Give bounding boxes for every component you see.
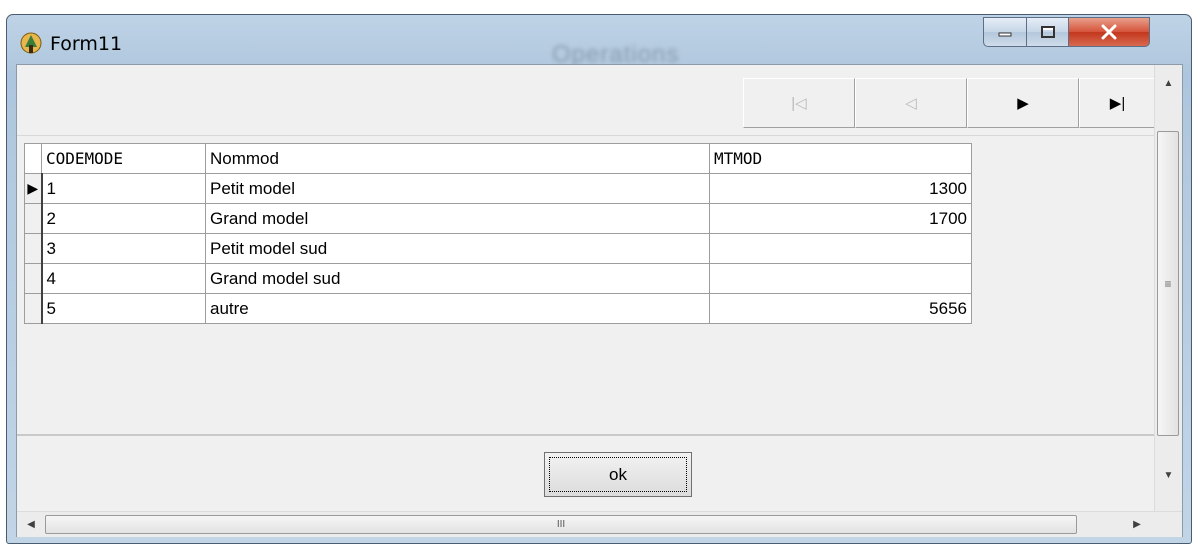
row-indicator (24, 293, 43, 324)
prior-record-icon: ◁ (905, 95, 917, 112)
nav-first-button[interactable]: |◁ (743, 78, 855, 128)
next-record-icon: ▶ (1017, 95, 1029, 112)
data-table: CODEMODE Nommod MTMOD ▶ 1 Petit model 13… (24, 143, 972, 324)
close-button[interactable] (1068, 17, 1150, 47)
minimize-button[interactable] (983, 17, 1027, 47)
maximize-button[interactable] (1026, 17, 1069, 47)
form11-window: Form11 Operations |◁ ◁ ▶ ▶| CODEMODE Nom… (6, 14, 1192, 544)
scroll-left-arrow-icon[interactable]: ◀ (21, 515, 41, 534)
nav-last-button[interactable]: ▶| (1079, 78, 1156, 128)
ok-button[interactable]: ok (544, 452, 692, 497)
db-navigator: |◁ ◁ ▶ ▶| (17, 65, 1156, 136)
scroll-right-arrow-icon[interactable]: ▶ (1127, 515, 1147, 534)
table-header-row: CODEMODE Nommod MTMOD (24, 143, 972, 174)
cell-nommod[interactable]: Grand model sud (205, 263, 710, 294)
table-row[interactable]: 2 Grand model 1700 (24, 203, 972, 234)
title-bar[interactable]: Form11 Operations (7, 15, 1191, 68)
column-header-codemode[interactable]: CODEMODE (41, 143, 206, 174)
cell-nommod[interactable]: Grand model (205, 203, 710, 234)
cell-codemode[interactable]: 3 (41, 233, 206, 264)
nav-prior-button[interactable]: ◁ (855, 78, 967, 128)
first-record-icon: |◁ (791, 95, 807, 112)
nav-next-button[interactable]: ▶ (967, 78, 1079, 128)
cell-codemode[interactable]: 4 (41, 263, 206, 294)
table-row[interactable]: 4 Grand model sud (24, 263, 972, 294)
maximize-icon (1040, 26, 1055, 38)
horizontal-scroll-thumb[interactable]: III (45, 515, 1077, 534)
table-row[interactable]: 3 Petit model sud (24, 233, 972, 264)
grip-icon: III (556, 519, 566, 530)
last-record-icon: ▶| (1109, 95, 1126, 112)
footer-panel: ok (17, 437, 1156, 511)
cell-codemode[interactable]: 1 (41, 173, 206, 204)
grip-icon: ≡ (1164, 276, 1172, 291)
close-icon (1101, 24, 1117, 40)
db-grid[interactable]: CODEMODE Nommod MTMOD ▶ 1 Petit model 13… (17, 136, 1156, 434)
cell-codemode[interactable]: 2 (41, 203, 206, 234)
minimize-icon (998, 32, 1012, 37)
cell-mtmod[interactable]: 5656 (709, 293, 972, 324)
column-header-nommod[interactable]: Nommod (205, 143, 710, 174)
app-icon (20, 32, 42, 54)
vertical-scroll-thumb[interactable]: ≡ (1157, 131, 1179, 436)
row-indicator (24, 233, 43, 264)
table-row[interactable]: 5 autre 5656 (24, 293, 972, 324)
indicator-header-cell (24, 143, 42, 174)
table-row[interactable]: ▶ 1 Petit model 1300 (24, 173, 972, 204)
cell-codemode[interactable]: 5 (41, 293, 206, 324)
cell-mtmod[interactable] (709, 263, 972, 294)
cell-nommod[interactable]: autre (205, 293, 710, 324)
grid-divider (17, 434, 1156, 436)
row-indicator (24, 263, 43, 294)
cell-mtmod[interactable]: 1300 (709, 173, 972, 204)
cell-mtmod[interactable]: 1700 (709, 203, 972, 234)
vertical-scrollbar[interactable]: ▲ ≡ ▼ (1154, 65, 1182, 511)
current-row-indicator-icon: ▶ (24, 173, 43, 204)
horizontal-scrollbar[interactable]: ◀ III ▶ (17, 511, 1182, 537)
column-header-mtmod[interactable]: MTMOD (709, 143, 972, 174)
client-area: |◁ ◁ ▶ ▶| CODEMODE Nommod MTMOD ▶ 1 Peti… (16, 64, 1183, 537)
cell-mtmod[interactable] (709, 233, 972, 264)
scroll-down-arrow-icon[interactable]: ▼ (1155, 465, 1182, 485)
scroll-up-arrow-icon[interactable]: ▲ (1155, 73, 1182, 93)
cell-nommod[interactable]: Petit model (205, 173, 710, 204)
focus-rectangle (549, 457, 687, 492)
row-indicator (24, 203, 43, 234)
window-title: Form11 (50, 33, 123, 55)
cell-nommod[interactable]: Petit model sud (205, 233, 710, 264)
